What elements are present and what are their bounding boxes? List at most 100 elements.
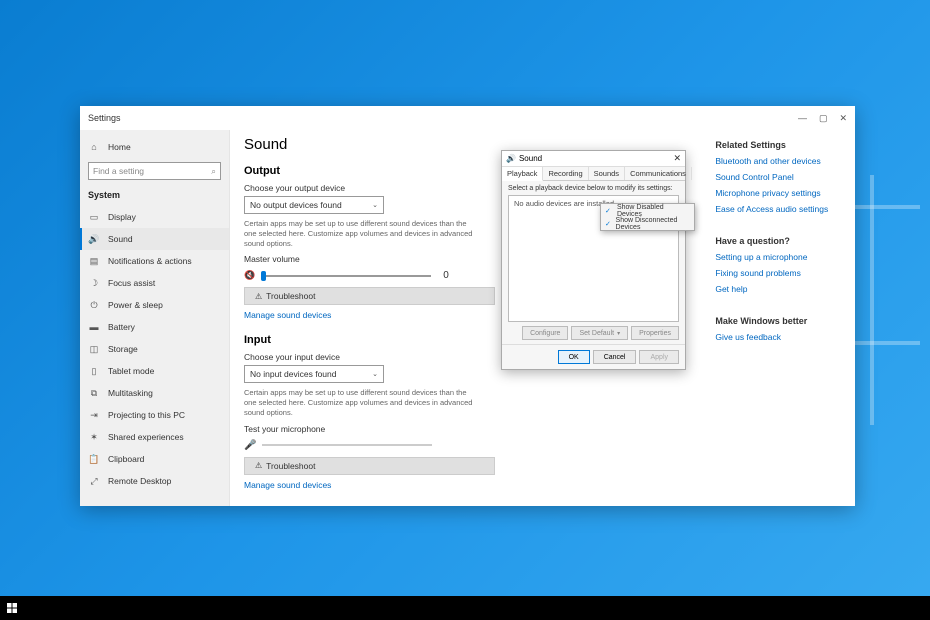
sidebar: ⌂ Home Find a setting ⌕ System ▭Display …: [80, 130, 230, 506]
tablet-icon: ▯: [88, 366, 100, 377]
feedback-link[interactable]: Give us feedback: [715, 332, 841, 342]
master-volume-label: Master volume: [244, 254, 495, 264]
dialog-title: Sound: [519, 154, 673, 163]
search-placeholder: Find a setting: [93, 166, 211, 176]
sidebar-item-label: Battery: [108, 322, 135, 332]
properties-button[interactable]: Properties: [631, 326, 679, 340]
output-heading: Output: [244, 165, 495, 177]
search-input[interactable]: Find a setting ⌕: [88, 162, 221, 180]
sidebar-item-multitasking[interactable]: ⧉Multitasking: [80, 382, 229, 404]
input-description: Certain apps may be set up to use differ…: [244, 388, 474, 417]
sidebar-item-label: Tablet mode: [108, 366, 154, 376]
ctx-show-disconnected[interactable]: ✓Show Disconnected Devices: [601, 217, 694, 230]
question-heading: Have a question?: [715, 236, 841, 246]
dialog-tabs: Playback Recording Sounds Communications: [502, 167, 685, 181]
sidebar-item-power[interactable]: ⏻ Power & sleep: [80, 294, 229, 316]
ctx-label: Show Disabled Devices: [617, 204, 690, 218]
mic-level-bar: [262, 444, 432, 446]
ok-button[interactable]: OK: [558, 350, 590, 364]
start-button[interactable]: [0, 596, 24, 620]
input-troubleshoot-button[interactable]: ⚠Troubleshoot: [244, 457, 495, 475]
volume-mute-icon[interactable]: 🔇: [244, 270, 255, 281]
power-icon: ⏻: [88, 300, 100, 311]
sidebar-item-label: Clipboard: [108, 454, 144, 464]
ctx-label: Show Disconnected Devices: [616, 217, 690, 231]
display-icon: ▭: [88, 212, 100, 223]
sidebar-item-label: Shared experiences: [108, 432, 184, 442]
btn-label: Troubleshoot: [266, 461, 315, 471]
input-choose-label: Choose your input device: [244, 352, 495, 362]
tab-recording[interactable]: Recording: [543, 167, 588, 180]
tab-communications[interactable]: Communications: [625, 167, 692, 180]
question-link[interactable]: Setting up a microphone: [715, 252, 841, 262]
sidebar-item-label: Projecting to this PC: [108, 410, 185, 420]
ctx-show-disabled[interactable]: ✓Show Disabled Devices: [601, 204, 694, 217]
cancel-button[interactable]: Cancel: [593, 350, 637, 364]
sidebar-item-display[interactable]: ▭Display: [80, 206, 229, 228]
windows-icon: [7, 603, 17, 613]
close-button[interactable]: ✕: [839, 113, 847, 124]
sidebar-item-storage[interactable]: ◫Storage: [80, 338, 229, 360]
output-description: Certain apps may be set up to use differ…: [244, 219, 474, 248]
sidebar-item-shared[interactable]: ✶ Shared experiences: [80, 426, 229, 448]
taskbar[interactable]: [0, 596, 930, 620]
setdefault-button[interactable]: Set Default▾: [571, 326, 628, 340]
related-link[interactable]: Ease of Access audio settings: [715, 204, 841, 214]
microphone-icon: 🎤: [244, 440, 256, 451]
main-content: Sound Output Choose your output device N…: [244, 136, 495, 500]
dialog-instruction: Select a playback device below to modify…: [508, 185, 679, 192]
dropdown-arrow-icon: ▾: [617, 330, 620, 337]
input-device-select[interactable]: No input devices found ⌄: [244, 365, 384, 383]
sidebar-item-clipboard[interactable]: 📋Clipboard: [80, 448, 229, 470]
titlebar: Settings — ▢ ✕: [80, 106, 855, 130]
remote-icon: ⤢: [88, 476, 100, 487]
output-troubleshoot-button[interactable]: ⚠Troubleshoot: [244, 287, 495, 305]
related-link[interactable]: Microphone privacy settings: [715, 188, 841, 198]
sound-icon: 🔊: [88, 234, 100, 245]
speaker-icon: 🔊: [506, 154, 516, 163]
right-panel: Related Settings Bluetooth and other dev…: [715, 136, 841, 500]
sidebar-item-tablet[interactable]: ▯ Tablet mode: [80, 360, 229, 382]
check-icon: ✓: [605, 207, 614, 215]
dialog-close-button[interactable]: ✕: [673, 153, 681, 164]
output-selected-value: No output devices found: [250, 200, 342, 210]
projecting-icon: ⇥: [88, 410, 100, 421]
notifications-icon: ▤: [88, 256, 100, 267]
related-heading: Related Settings: [715, 140, 841, 150]
dialog-titlebar: 🔊 Sound ✕: [502, 151, 685, 167]
output-device-select[interactable]: No output devices found ⌄: [244, 196, 384, 214]
minimize-button[interactable]: —: [798, 113, 807, 124]
sidebar-item-battery[interactable]: ▬ Battery: [80, 316, 229, 338]
tab-playback[interactable]: Playback: [502, 167, 543, 181]
master-volume-slider[interactable]: [261, 275, 431, 277]
search-icon: ⌕: [211, 166, 216, 177]
related-link[interactable]: Sound Control Panel: [715, 172, 841, 182]
test-mic-label: Test your microphone: [244, 424, 495, 434]
sidebar-item-label: Sound: [108, 234, 133, 244]
chevron-down-icon: ⌄: [372, 370, 378, 378]
related-link[interactable]: Bluetooth and other devices: [715, 156, 841, 166]
shared-icon: ✶: [88, 432, 100, 443]
question-link[interactable]: Get help: [715, 284, 841, 294]
sidebar-item-notifications[interactable]: ▤ Notifications & actions: [80, 250, 229, 272]
sidebar-item-label: Notifications & actions: [108, 256, 192, 266]
sidebar-home[interactable]: ⌂ Home: [80, 136, 229, 158]
question-link[interactable]: Fixing sound problems: [715, 268, 841, 278]
input-manage-link[interactable]: Manage sound devices: [244, 480, 495, 490]
sidebar-item-projecting[interactable]: ⇥ Projecting to this PC: [80, 404, 229, 426]
sidebar-item-focus[interactable]: ☽Focus assist: [80, 272, 229, 294]
sidebar-item-remote[interactable]: ⤢Remote Desktop: [80, 470, 229, 492]
apply-button[interactable]: Apply: [639, 350, 679, 364]
check-icon: ✓: [605, 220, 613, 228]
tab-sounds[interactable]: Sounds: [589, 167, 625, 180]
battery-icon: ▬: [88, 322, 100, 332]
maximize-button[interactable]: ▢: [819, 113, 828, 124]
output-manage-link[interactable]: Manage sound devices: [244, 310, 495, 320]
sidebar-item-label: Multitasking: [108, 388, 153, 398]
output-choose-label: Choose your output device: [244, 183, 495, 193]
configure-button[interactable]: Configure: [522, 326, 568, 340]
sidebar-item-label: Power & sleep: [108, 300, 163, 310]
sidebar-item-sound[interactable]: 🔊 Sound: [80, 228, 229, 250]
input-heading: Input: [244, 334, 495, 346]
context-menu: ✓Show Disabled Devices ✓Show Disconnecte…: [600, 203, 695, 231]
